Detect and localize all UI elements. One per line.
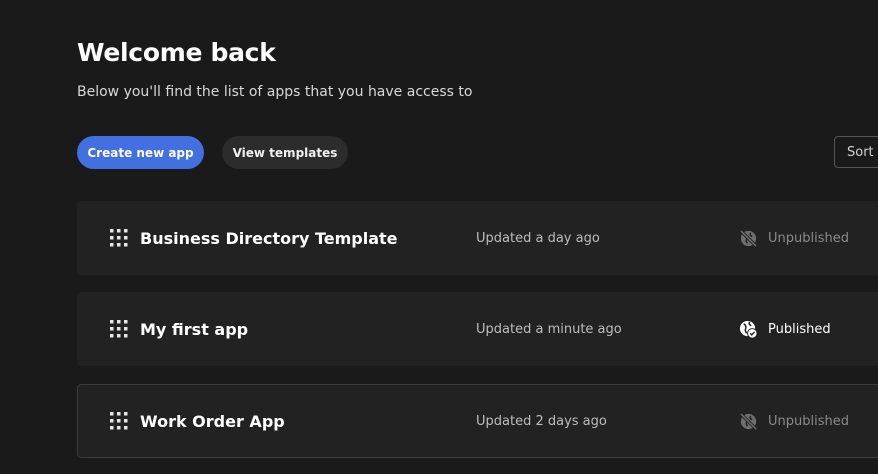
app-row[interactable]: Work Order App Updated 2 days ago Unpubl… xyxy=(77,384,878,458)
app-grid-icon xyxy=(110,320,128,338)
published-globe-icon xyxy=(739,320,758,339)
unpublished-globe-icon xyxy=(739,229,758,247)
app-updated-time: Updated a minute ago xyxy=(476,321,622,337)
app-status-label: Unpublished xyxy=(768,413,849,429)
app-name: Business Directory Template xyxy=(140,228,398,248)
unpublished-globe-icon xyxy=(739,412,758,430)
app-row[interactable]: Business Directory Template Updated a da… xyxy=(77,201,878,275)
app-grid-icon xyxy=(110,412,128,430)
app-status-label: Published xyxy=(768,321,831,337)
sort-dropdown[interactable]: Sort by xyxy=(834,136,878,168)
page-title: Welcome back xyxy=(77,38,276,67)
app-updated-time: Updated 2 days ago xyxy=(476,413,607,429)
app-name: Work Order App xyxy=(140,411,285,431)
app-status: Published xyxy=(739,292,831,366)
app-grid-icon xyxy=(110,229,128,247)
app-status: Unpublished xyxy=(739,385,849,457)
page-subtitle: Below you'll find the list of apps that … xyxy=(77,84,473,100)
apps-page: Welcome back Below you'll find the list … xyxy=(0,0,878,474)
app-status-label: Unpublished xyxy=(768,230,849,246)
app-row[interactable]: My first app Updated a minute ago Publis… xyxy=(77,292,878,366)
app-status: Unpublished xyxy=(739,201,849,275)
app-updated-time: Updated a day ago xyxy=(476,230,600,246)
app-name: My first app xyxy=(140,319,249,339)
view-templates-button[interactable]: View templates xyxy=(222,136,348,169)
create-new-app-button[interactable]: Create new app xyxy=(77,136,204,169)
